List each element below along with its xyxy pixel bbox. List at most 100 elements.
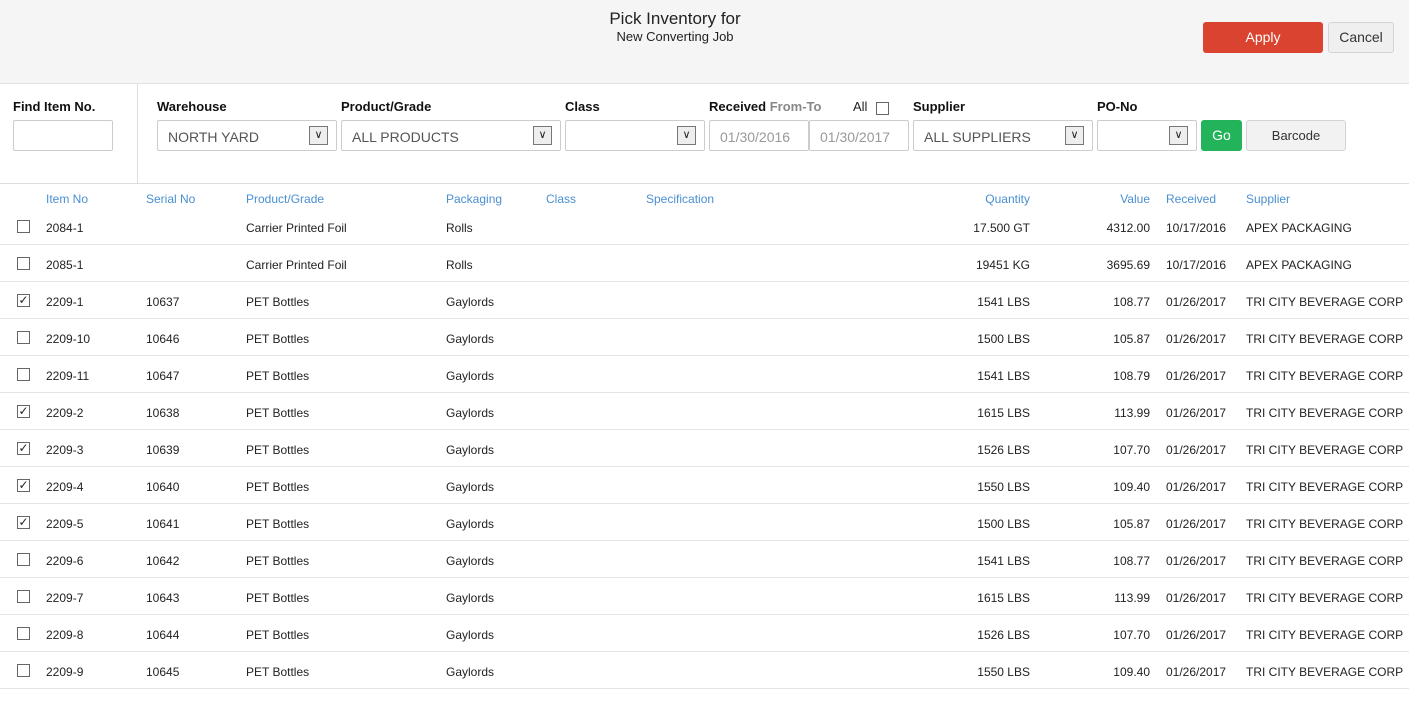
column-header-class[interactable]: Class	[546, 192, 576, 206]
cell-supplier: TRI CITY BEVERAGE CORP	[1246, 406, 1404, 420]
cell-value: 105.87	[1113, 517, 1150, 531]
table-row[interactable]: ✓ 2209-3 10639 PET Bottles Gaylords 1526 LBS 1…	[0, 430, 1409, 467]
dialog-subtitle: New Converting Job	[616, 29, 734, 44]
column-header-quantity[interactable]: Quantity	[930, 192, 1030, 206]
po-select[interactable]: ∨	[1097, 120, 1197, 151]
column-header-received[interactable]: Received	[1166, 192, 1216, 206]
all-dates-checkbox[interactable]	[876, 102, 889, 115]
column-header-serial-no[interactable]: Serial No	[146, 192, 195, 206]
cell-serial-no: 10647	[146, 369, 180, 383]
divider	[0, 183, 1409, 184]
class-select[interactable]: ∨	[565, 120, 705, 151]
row-checkbox[interactable]: ✓	[17, 479, 30, 492]
table-row[interactable]: 2209-9 10645 PET Bottles Gaylords 1550 LBS 10…	[0, 652, 1409, 689]
cell-value: 3695.69	[1106, 258, 1150, 272]
row-checkbox[interactable]	[17, 257, 30, 270]
find-item-label: Find Item No.	[13, 99, 96, 114]
cell-value: 108.77	[1113, 295, 1150, 309]
find-item-input[interactable]	[13, 120, 113, 151]
dialog-title: Pick Inventory for	[609, 9, 741, 28]
table-row[interactable]: 2209-6 10642 PET Bottles Gaylords 1541 LBS 10…	[0, 541, 1409, 578]
cell-supplier: TRI CITY BEVERAGE CORP	[1246, 480, 1404, 494]
cell-item-no: 2209-5	[46, 517, 84, 531]
cell-quantity: 1526 LBS	[977, 628, 1030, 642]
column-header-product[interactable]: Product/Grade	[246, 192, 324, 206]
cell-serial-no: 10640	[146, 480, 180, 494]
cell-item-no: 2209-8	[46, 628, 84, 642]
cell-product: PET Bottles	[246, 517, 310, 531]
chevron-down-icon: ∨	[533, 126, 552, 145]
cell-serial-no: 10645	[146, 665, 180, 679]
cell-supplier: APEX PACKAGING	[1246, 258, 1352, 272]
cell-serial-no: 10646	[146, 332, 180, 346]
cell-value: 113.99	[1114, 406, 1150, 420]
table-row[interactable]: 2209-7 10643 PET Bottles Gaylords 1615 LBS 11…	[0, 578, 1409, 615]
row-checkbox[interactable]	[17, 331, 30, 344]
cell-packaging: Gaylords	[446, 591, 495, 605]
cell-item-no: 2209-2	[46, 406, 84, 420]
cell-quantity: 1500 LBS	[977, 332, 1030, 346]
row-checkbox[interactable]: ✓	[17, 516, 30, 529]
cell-quantity: 19451 KG	[975, 258, 1030, 272]
cell-item-no: 2209-4	[46, 480, 84, 494]
cell-received: 01/26/2017	[1166, 591, 1227, 605]
cell-value: 107.70	[1113, 628, 1150, 642]
table-row[interactable]: 2209-11 10647 PET Bottles Gaylords 1541 LBS 1…	[0, 356, 1409, 393]
chevron-down-icon: ∨	[1065, 126, 1084, 145]
cell-supplier: TRI CITY BEVERAGE CORP	[1246, 517, 1404, 531]
cell-quantity: 1541 LBS	[977, 554, 1030, 568]
product-select[interactable]: ALL PRODUCTS ∨	[341, 120, 561, 151]
cell-value: 108.77	[1113, 554, 1150, 568]
cell-supplier: TRI CITY BEVERAGE CORP	[1246, 554, 1404, 568]
column-header-specification[interactable]: Specification	[646, 192, 714, 206]
row-checkbox[interactable]	[17, 368, 30, 381]
table-row[interactable]: 2084-1 Carrier Printed Foil Rolls 17.500 GT…	[0, 208, 1409, 245]
table-row[interactable]: ✓ 2209-5 10641 PET Bottles Gaylords 1500 LBS 1…	[0, 504, 1409, 541]
table-row[interactable]: 2085-1 Carrier Printed Foil Rolls 19451 KG 3…	[0, 245, 1409, 282]
cancel-button[interactable]: Cancel	[1328, 22, 1394, 53]
cell-quantity: 1541 LBS	[977, 295, 1030, 309]
go-button[interactable]: Go	[1201, 120, 1242, 151]
row-checkbox[interactable]	[17, 553, 30, 566]
row-checkbox[interactable]: ✓	[17, 294, 30, 307]
cell-product: PET Bottles	[246, 554, 310, 568]
row-checkbox[interactable]: ✓	[17, 442, 30, 455]
date-from-input[interactable]: 01/30/2016	[709, 120, 809, 151]
cell-product: PET Bottles	[246, 628, 310, 642]
cell-quantity: 1541 LBS	[977, 369, 1030, 383]
row-checkbox[interactable]	[17, 590, 30, 603]
cell-item-no: 2209-7	[46, 591, 84, 605]
row-checkbox[interactable]: ✓	[17, 405, 30, 418]
received-text: Received	[709, 99, 767, 114]
table-row[interactable]: 2209-10 10646 PET Bottles Gaylords 1500 LBS 1…	[0, 319, 1409, 356]
barcode-button[interactable]: Barcode	[1246, 120, 1346, 151]
cell-packaging: Gaylords	[446, 443, 495, 457]
column-header-packaging[interactable]: Packaging	[446, 192, 502, 206]
cell-product: PET Bottles	[246, 295, 310, 309]
row-checkbox[interactable]	[17, 627, 30, 640]
warehouse-select[interactable]: NORTH YARD ∨	[157, 120, 337, 151]
column-header-supplier[interactable]: Supplier	[1246, 192, 1290, 206]
column-header-value[interactable]: Value	[1050, 192, 1150, 206]
cell-quantity: 1615 LBS	[977, 406, 1030, 420]
cell-quantity: 17.500 GT	[973, 221, 1030, 235]
cell-product: PET Bottles	[246, 665, 310, 679]
cell-received: 01/26/2017	[1166, 480, 1227, 494]
supplier-select[interactable]: ALL SUPPLIERS ∨	[913, 120, 1093, 151]
cell-quantity: 1500 LBS	[977, 517, 1030, 531]
row-checkbox[interactable]	[17, 220, 30, 233]
date-to-input[interactable]: 01/30/2017	[809, 120, 909, 151]
table-row[interactable]: 2209-8 10644 PET Bottles Gaylords 1526 LBS 10…	[0, 615, 1409, 652]
cell-value: 113.99	[1114, 591, 1150, 605]
cell-serial-no: 10638	[146, 406, 180, 420]
cell-item-no: 2209-1	[46, 295, 84, 309]
column-header-item-no[interactable]: Item No	[46, 192, 88, 206]
apply-button[interactable]: Apply	[1203, 22, 1323, 53]
table-row[interactable]: ✓ 2209-2 10638 PET Bottles Gaylords 1615 LBS 1…	[0, 393, 1409, 430]
cell-item-no: 2209-6	[46, 554, 84, 568]
table-row[interactable]: ✓ 2209-1 10637 PET Bottles Gaylords 1541 LBS 1…	[0, 282, 1409, 319]
row-checkbox[interactable]	[17, 664, 30, 677]
table-row[interactable]: ✓ 2209-4 10640 PET Bottles Gaylords 1550 LBS 1…	[0, 467, 1409, 504]
cell-product: Carrier Printed Foil	[246, 221, 347, 235]
cell-supplier: TRI CITY BEVERAGE CORP	[1246, 665, 1404, 679]
